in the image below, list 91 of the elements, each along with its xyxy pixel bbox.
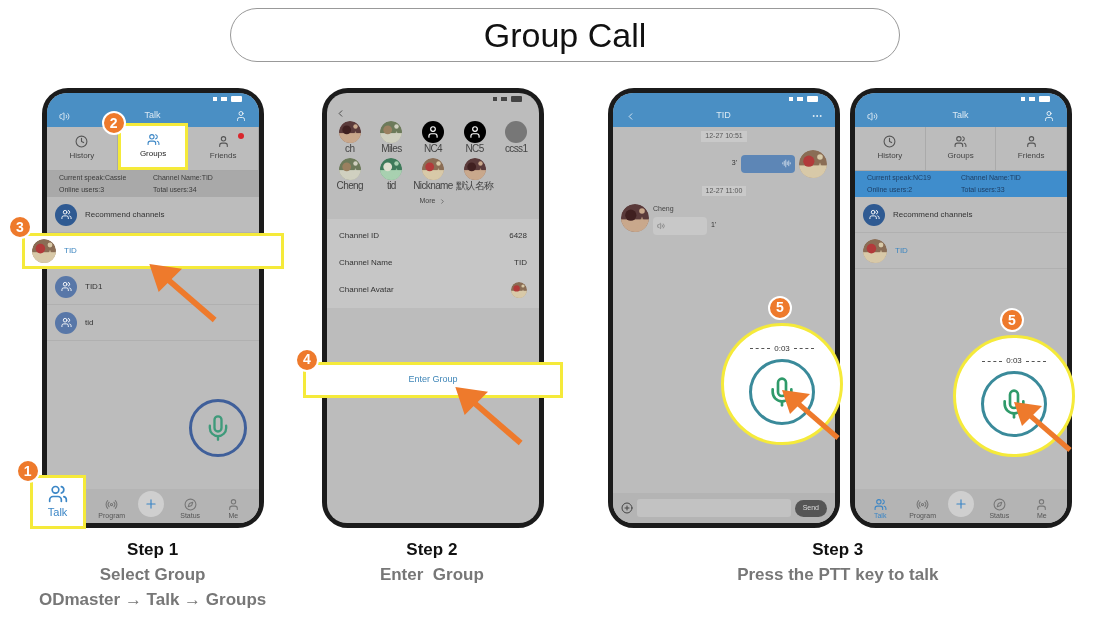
person-icon xyxy=(216,135,230,148)
step-description: ODmaster → Talk → Groups xyxy=(38,589,267,611)
avatar-icon xyxy=(463,121,486,143)
status-icons xyxy=(1021,96,1051,102)
clock-icon xyxy=(75,135,89,148)
people-icon xyxy=(954,135,967,148)
member-name: Nickname xyxy=(413,180,453,192)
timer-dash-line xyxy=(982,360,1003,362)
screen-title: TID xyxy=(716,109,731,123)
member-name: ch xyxy=(345,143,355,155)
member-name: ccss1 xyxy=(504,143,528,155)
step-heading: Step 2 xyxy=(406,539,458,561)
people-icon xyxy=(146,133,160,146)
tab[interactable]: Friends xyxy=(996,127,1067,170)
tab[interactable]: Friends xyxy=(188,127,259,170)
field-label: Channel Name xyxy=(339,257,393,269)
add-button[interactable] xyxy=(137,491,164,517)
screen-title: Talk xyxy=(952,109,969,123)
channel-row[interactable]: tid xyxy=(47,305,259,341)
timer-dash-line xyxy=(1025,360,1046,362)
speaker-icon xyxy=(657,221,665,230)
group-icon xyxy=(55,311,77,334)
plus-icon xyxy=(143,497,158,511)
channel-name: Recommend channels xyxy=(893,208,973,221)
speaker-icon[interactable] xyxy=(867,110,878,122)
member-name: Miles xyxy=(381,143,402,155)
recommend-icon xyxy=(55,203,77,226)
channel-name: TID xyxy=(64,245,77,257)
compass-icon xyxy=(183,497,197,511)
channel-name: TID1 xyxy=(85,280,103,293)
field-value: TID xyxy=(514,257,527,269)
speaker-icon[interactable] xyxy=(59,110,70,122)
pointer-arrow xyxy=(147,261,217,323)
tab[interactable]: History xyxy=(855,127,926,170)
recording-timer: 0:03 xyxy=(1006,355,1022,367)
channel-name: Recommend channels xyxy=(85,208,165,221)
channel-row[interactable]: TID1 xyxy=(47,269,259,305)
step-heading: Step 1 xyxy=(127,539,179,561)
person-icon xyxy=(1024,135,1038,148)
step-description: Enter Group xyxy=(379,564,484,586)
member-name: NC5 xyxy=(465,143,484,155)
member-name: 默认名称 xyxy=(455,180,494,192)
plus-icon xyxy=(953,497,968,511)
plus-icon[interactable] xyxy=(621,502,633,514)
field-value: 6428 xyxy=(509,230,527,242)
status-icons xyxy=(493,96,523,102)
people-icon xyxy=(873,497,887,511)
member-name: NC4 xyxy=(423,143,443,155)
group-icon xyxy=(55,275,77,298)
profile-icon[interactable] xyxy=(1043,110,1055,122)
field-label: Channel Avatar xyxy=(339,284,394,296)
member-name: tid xyxy=(387,180,396,192)
step-number-badge: 5 xyxy=(768,295,792,320)
step-number-badge: 4 xyxy=(295,347,319,372)
channel-row[interactable]: Recommend channels xyxy=(855,197,1067,233)
tab[interactable]: Groups xyxy=(925,127,997,170)
compass-icon xyxy=(992,497,1006,511)
profile-icon[interactable] xyxy=(235,110,247,122)
step-number-badge: 3 xyxy=(8,215,32,239)
field-label: Channel ID xyxy=(339,230,380,242)
status-icons xyxy=(789,96,819,102)
recording-timer: 0:03 xyxy=(774,342,790,355)
member-name: Cheng xyxy=(336,180,364,192)
push-to-talk-button[interactable] xyxy=(189,399,247,457)
tab[interactable]: Groups xyxy=(117,123,189,170)
channel-name: tid xyxy=(85,316,94,329)
step-description: Press the PTT key to talk xyxy=(737,564,939,586)
person-icon xyxy=(226,497,240,511)
timer-dash-line xyxy=(793,348,814,350)
avatar-icon xyxy=(422,121,444,143)
voice-message-bubble[interactable] xyxy=(653,216,707,235)
pointer-arrow xyxy=(1012,400,1072,452)
pointer-arrow xyxy=(780,387,840,440)
sound-wave-icon xyxy=(782,159,791,168)
status-icons xyxy=(213,96,243,102)
step-heading: Step 3 xyxy=(812,539,864,561)
step-number-badge: 5 xyxy=(1000,308,1024,332)
add-button[interactable] xyxy=(947,491,974,517)
recommend-icon xyxy=(863,203,885,226)
person-icon xyxy=(1035,497,1049,511)
step-description: Select Group xyxy=(99,564,206,586)
chevron-right-icon xyxy=(439,197,447,205)
timer-dash-line xyxy=(750,348,771,350)
people-icon xyxy=(47,483,68,504)
voice-message-bubble[interactable] xyxy=(741,154,795,173)
nav-item[interactable]: Talk xyxy=(29,475,86,529)
avatar-icon xyxy=(505,121,528,143)
screen-title: Talk xyxy=(144,109,161,123)
clock-icon xyxy=(883,135,897,148)
step-number-badge: 1 xyxy=(15,459,40,483)
channel-name: TID xyxy=(895,244,908,257)
